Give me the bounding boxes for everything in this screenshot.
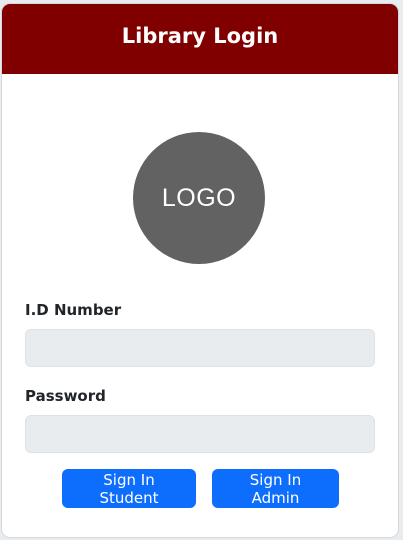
password-label: Password — [25, 387, 106, 405]
id-number-input[interactable] — [25, 329, 375, 367]
sign-in-admin-button[interactable]: Sign In Admin — [212, 469, 339, 508]
password-input[interactable] — [25, 415, 375, 453]
sign-in-student-button[interactable]: Sign In Student — [62, 469, 196, 508]
login-card: Library Login LOGO I.D Number Password S… — [1, 3, 399, 538]
logo-text: LOGO — [161, 183, 237, 212]
logo: LOGO — [133, 132, 265, 264]
page-title: Library Login — [121, 24, 279, 48]
card-header: Library Login — [2, 4, 398, 74]
id-number-label: I.D Number — [25, 301, 122, 319]
